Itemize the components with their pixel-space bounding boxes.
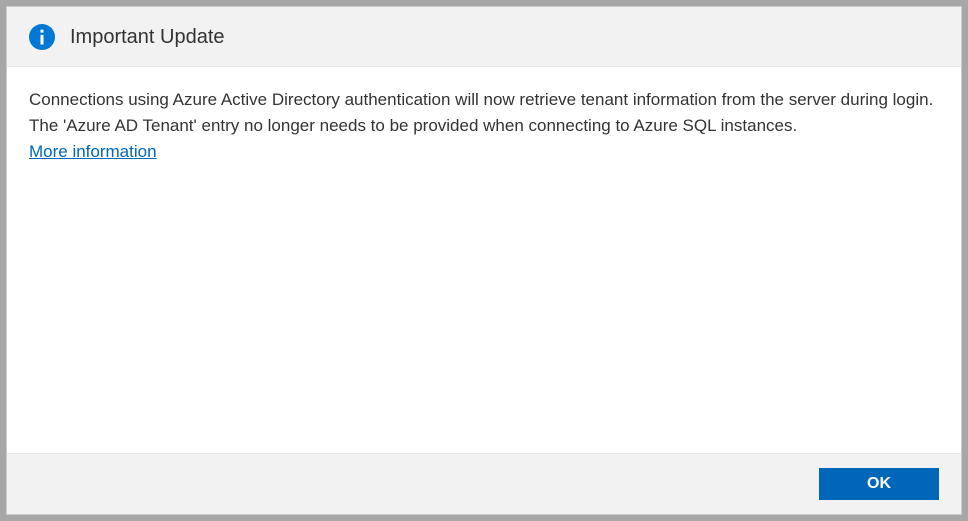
more-information-link[interactable]: More information (29, 142, 157, 162)
dialog-title: Important Update (70, 26, 225, 49)
ok-button[interactable]: OK (819, 468, 939, 500)
dialog-footer: OK (7, 453, 961, 514)
dialog-header: Important Update (7, 7, 961, 67)
dialog: Important Update Connections using Azure… (6, 6, 962, 515)
info-icon (29, 24, 55, 50)
dialog-content: Connections using Azure Active Directory… (7, 67, 961, 453)
dialog-message: Connections using Azure Active Directory… (29, 87, 939, 140)
